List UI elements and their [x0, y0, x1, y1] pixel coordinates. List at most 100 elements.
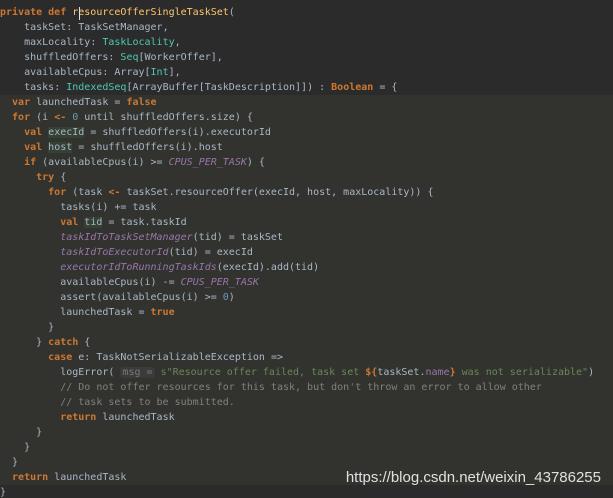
code-line[interactable]: // Do not offer resources for this task,… [0, 380, 613, 395]
code-token: executorIdToRunningTaskIds [0, 262, 217, 273]
code-line[interactable]: val tid = task.taskId [0, 215, 613, 230]
code-token: tasks(i) += task [0, 202, 157, 213]
code-token: } [0, 457, 19, 468]
code-token: IndexedSeq [66, 82, 127, 93]
code-line[interactable]: availableCpus(i) -= CPUS_PER_TASK [0, 275, 613, 290]
code-line[interactable]: executorIdToRunningTaskIds(execId).add(t… [0, 260, 613, 275]
code-line[interactable]: assert(availableCpus(i) >= 0) [0, 290, 613, 305]
code-token: until shuffledOffers.size) { [78, 112, 253, 123]
code-token: : TaskSetManager, [66, 22, 169, 33]
code-line[interactable]: case e: TaskNotSerializableException => [0, 350, 613, 365]
code-line[interactable]: taskIdToExecutorId(tid) = execId [0, 245, 613, 260]
code-line[interactable]: tasks(i) += task [0, 200, 613, 215]
code-line[interactable]: val execId = shuffledOffers(i).executorI… [0, 125, 613, 140]
code-token: } [0, 487, 7, 498]
code-line[interactable]: } [0, 425, 613, 440]
code-token: (availableCpus(i) >= [42, 157, 169, 168]
code-token: , [174, 37, 181, 48]
code-token: = task.taskId [102, 217, 187, 228]
code-token: { [60, 172, 67, 183]
code-line[interactable]: } [0, 485, 613, 498]
code-token: val [0, 142, 49, 153]
code-token: Boolean [331, 82, 374, 93]
code-line[interactable]: logError( msg = s"Resource offer failed,… [0, 365, 613, 380]
code-line[interactable]: for (i <- 0 until shuffledOffers.size) { [0, 110, 613, 125]
code-token: : Array[ [102, 67, 151, 78]
code-token: taskIdToExecutorId [0, 247, 169, 258]
code-line[interactable]: } [0, 440, 613, 455]
code-token: maxLocality [0, 37, 91, 48]
code-token: return [0, 472, 55, 483]
code-token: ) [228, 292, 235, 303]
code-line[interactable]: val host = shuffledOffers(i).host [0, 140, 613, 155]
code-token: logError( [0, 367, 121, 378]
code-token: (tid) = execId [168, 247, 253, 258]
code-line[interactable]: if (availableCpus(i) >= CPUS_PER_TASK) { [0, 155, 613, 170]
code-token: launchedTask = [36, 97, 127, 108]
code-token: ) { [246, 157, 265, 168]
code-token: availableCpus [0, 67, 103, 78]
code-token: var [0, 97, 37, 108]
code-line[interactable]: availableCpus: Array[Int], [0, 65, 613, 80]
code-line[interactable]: for (task <- taskSet.resourceOffer(execI… [0, 185, 613, 200]
code-token: s"Resource offer failed, task set [160, 367, 366, 378]
code-token: <- [54, 112, 73, 123]
code-token: = { [373, 82, 398, 93]
code-token: tid [84, 217, 103, 228]
text-cursor [79, 7, 80, 20]
code-token: launchedTask [54, 472, 127, 483]
code-token: taskSet.resourceOffer(execId, host, maxL… [126, 187, 434, 198]
code-token: for [0, 187, 73, 198]
code-line[interactable]: shuffledOffers: Seq[WorkerOffer], [0, 50, 613, 65]
code-line[interactable]: return launchedTask [0, 410, 613, 425]
code-token: : [54, 82, 67, 93]
code-token: : [108, 52, 121, 63]
code-line[interactable]: tasks: IndexedSeq[ArrayBuffer[TaskDescri… [0, 80, 613, 95]
watermark: https://blog.csdn.net/weixin_43786255 [345, 469, 601, 486]
code-line[interactable]: try { [0, 170, 613, 185]
code-token: false [126, 97, 157, 108]
code-token: availableCpus(i) -= [0, 277, 181, 288]
code-line[interactable]: var launchedTask = false [0, 95, 613, 110]
code-token: Seq [120, 52, 139, 63]
code-token: launchedTask [102, 412, 175, 423]
parameter-hint: msg = [120, 367, 155, 378]
code-line[interactable]: } [0, 455, 613, 470]
code-token: taskIdToTaskSetManager [0, 232, 193, 243]
code-line[interactable]: taskSet: TaskSetManager, [0, 20, 613, 35]
code-token: case [0, 352, 79, 363]
code-token: <- [108, 187, 127, 198]
code-token: ) [588, 367, 595, 378]
code-token: ${ [365, 367, 378, 378]
code-token: } [0, 427, 43, 438]
code-token: [ArrayBuffer[TaskDescription]]) : [126, 82, 332, 93]
code-token: e: TaskNotSerializableException => [78, 352, 283, 363]
code-line[interactable]: // task sets to be submitted. [0, 395, 613, 410]
code-token: : [90, 37, 103, 48]
code-token: CPUS_PER_TASK [168, 157, 247, 168]
code-line[interactable]: private def resourceOfferSingleTaskSet( [0, 5, 613, 20]
code-token: ], [168, 67, 181, 78]
code-line[interactable]: taskIdToTaskSetManager(tid) = taskSet [0, 230, 613, 245]
code-token: if [0, 157, 43, 168]
code-token: launchedTask = [0, 307, 151, 318]
code-line[interactable]: } catch { [0, 335, 613, 350]
code-token: taskSet [0, 22, 67, 33]
code-token: // task sets to be submitted. [0, 397, 235, 408]
code-token: taskSet. [377, 367, 426, 378]
code-line[interactable]: launchedTask = true [0, 305, 613, 320]
code-editor[interactable]: private def resourceOfferSingleTaskSet( … [0, 0, 613, 498]
code-token: ( [228, 7, 235, 18]
code-line[interactable]: maxLocality: TaskLocality, [0, 35, 613, 50]
code-token: resourceOfferSingleTaskSet [72, 7, 229, 18]
code-token: name [425, 367, 450, 378]
code-token: tasks [0, 82, 55, 93]
code-token: val [0, 127, 49, 138]
code-token: try [0, 172, 61, 183]
code-token: } [0, 322, 55, 333]
code-token: execId [48, 127, 85, 138]
code-token: // Do not offer resources for this task,… [0, 382, 542, 393]
code-line[interactable]: } [0, 320, 613, 335]
code-token: assert(availableCpus(i) >= [0, 292, 223, 303]
code-token: (execId).add(tid) [216, 262, 320, 273]
